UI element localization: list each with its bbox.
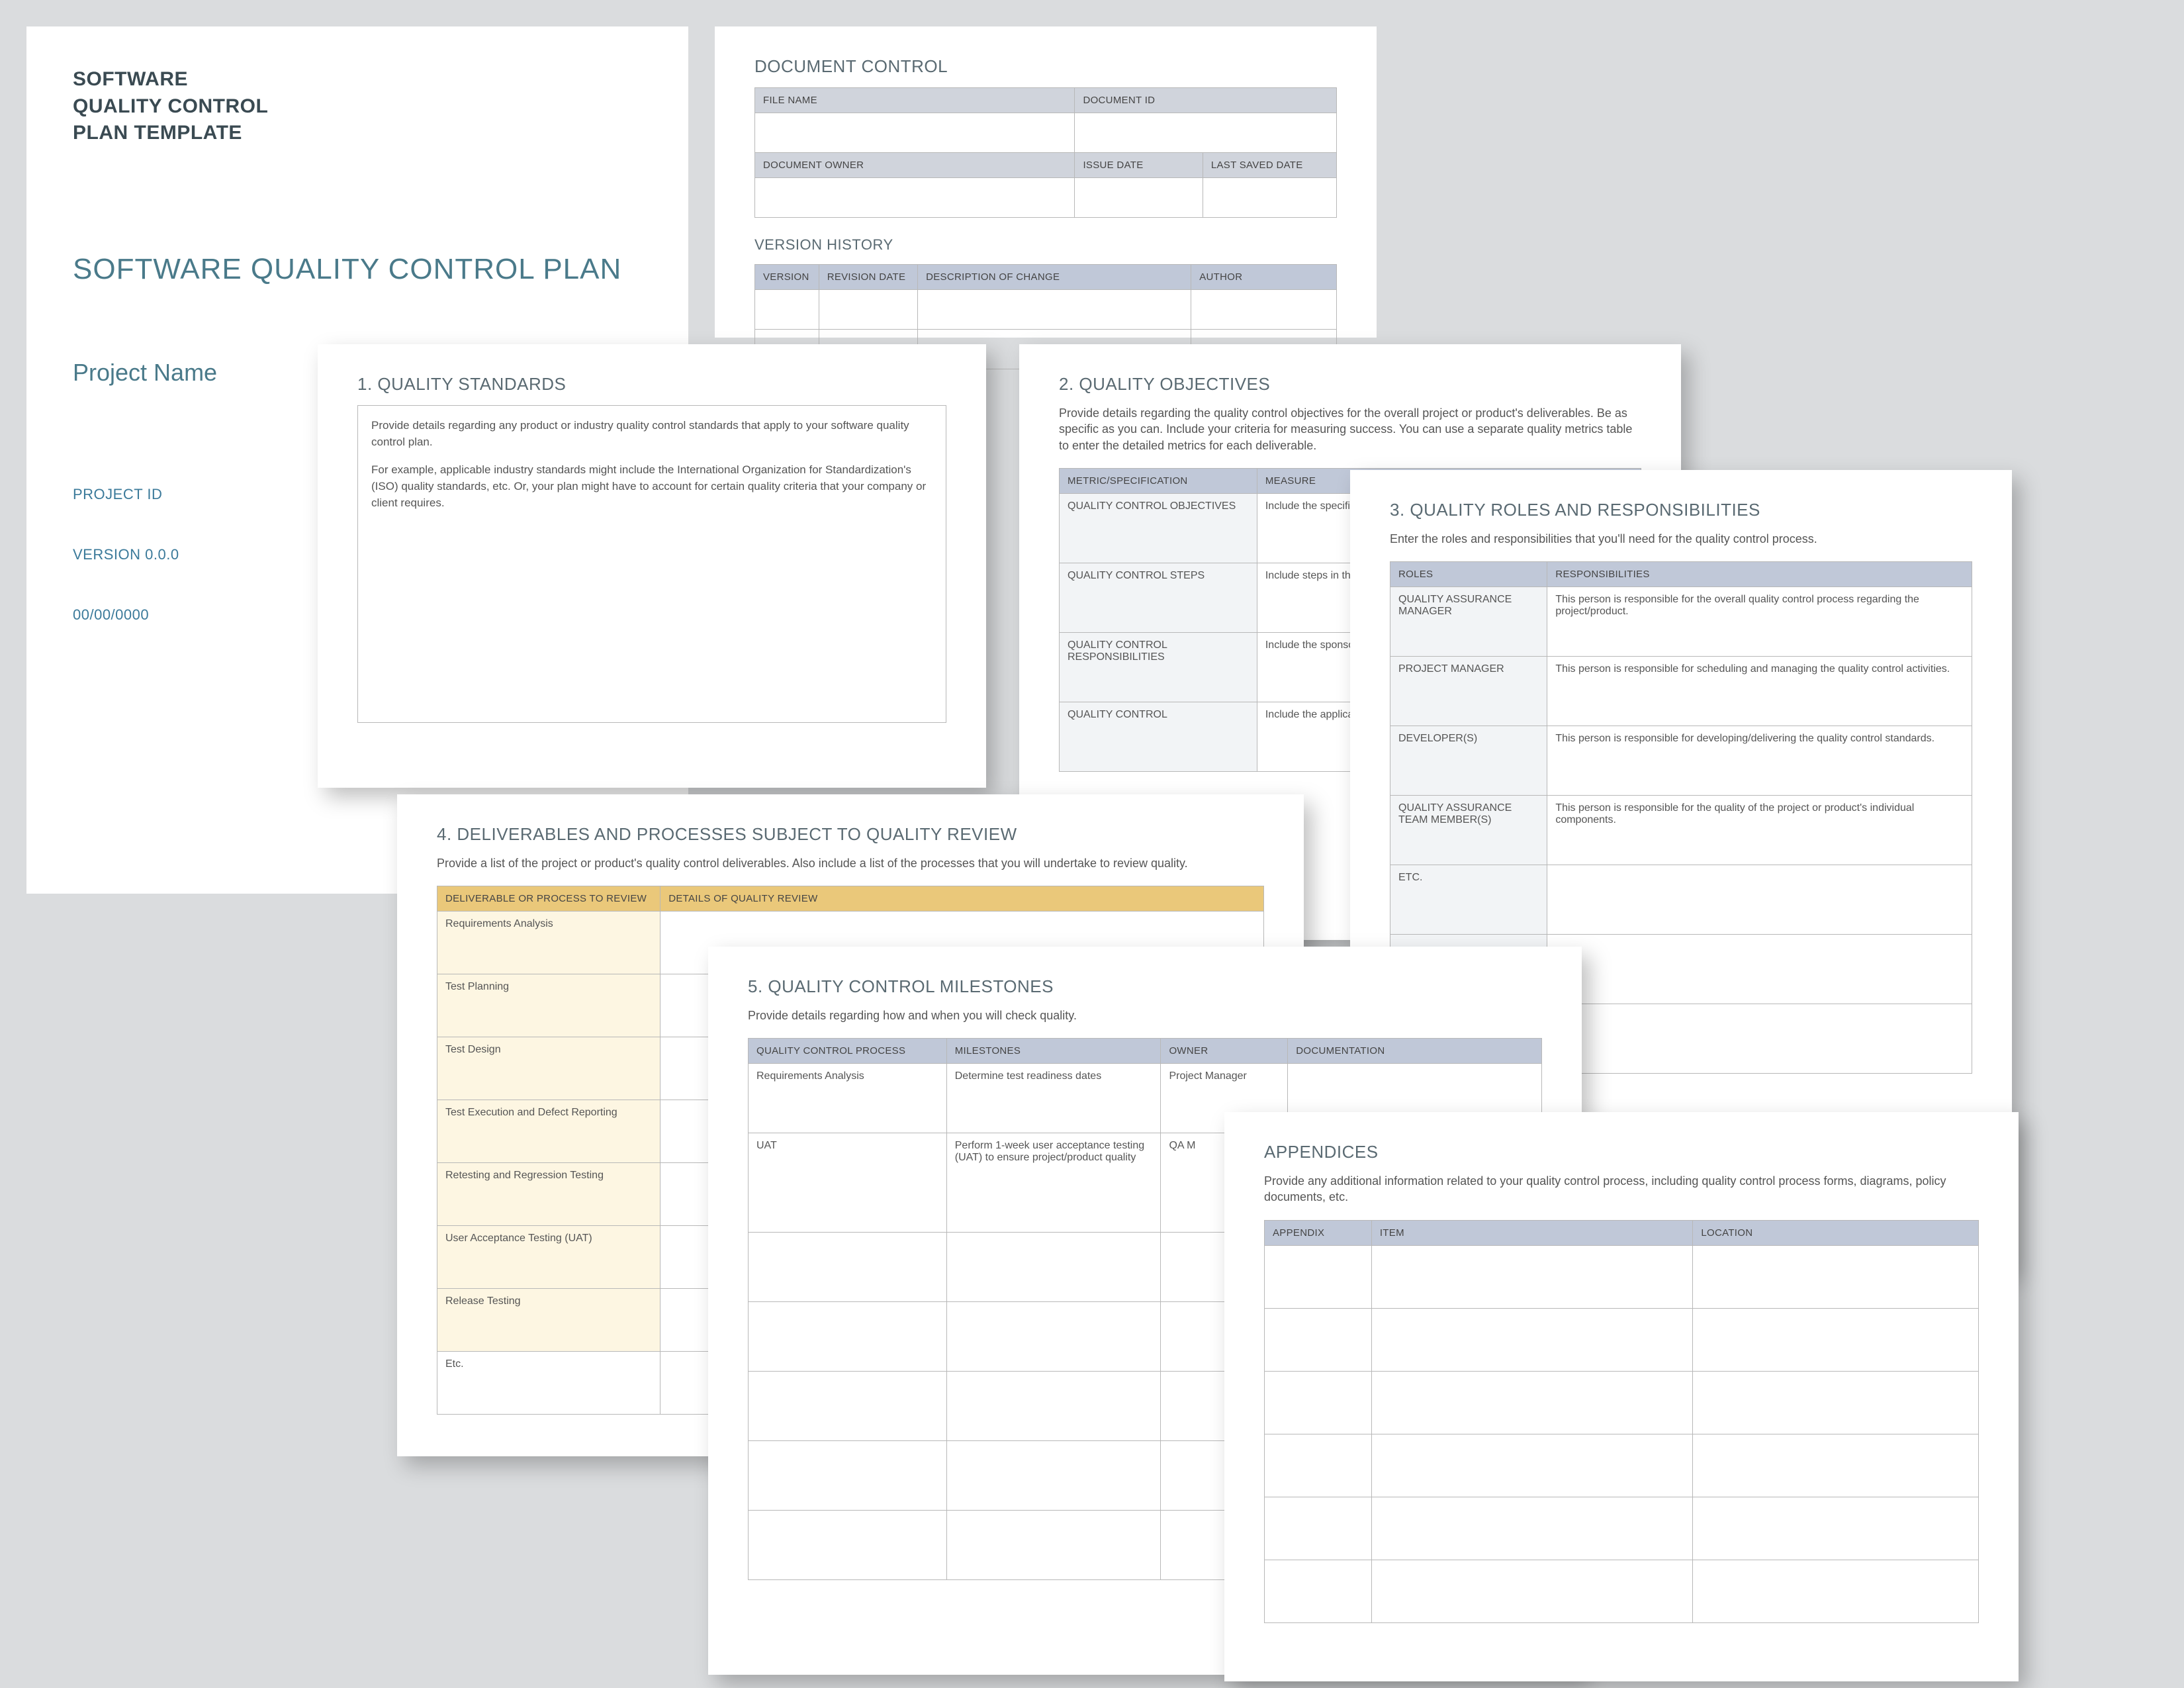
- s4-r1: Test Planning: [437, 974, 660, 1037]
- s3-r0-a: QUALITY ASSURANCE MANAGER: [1390, 587, 1547, 657]
- s5-th1: QUALITY CONTROL PROCESS: [749, 1039, 947, 1064]
- s6-table: APPENDIX ITEM LOCATION: [1264, 1220, 1979, 1623]
- s1-heading: 1. QUALITY STANDARDS: [357, 374, 946, 395]
- s4-r0: Requirements Analysis: [437, 912, 660, 974]
- s2-r2-a: QUALITY CONTROL RESPONSIBILITIES: [1060, 632, 1257, 702]
- version-history-heading: VERSION HISTORY: [754, 236, 1337, 254]
- s3-r3-b[interactable]: This person is responsible for the quali…: [1547, 796, 1972, 865]
- s4-heading: 4. DELIVERABLES AND PROCESSES SUBJECT TO…: [437, 824, 1264, 845]
- vh-author: AUTHOR: [1191, 265, 1337, 290]
- s3-r0-b[interactable]: This person is responsible for the overa…: [1547, 587, 1972, 657]
- appendices-page: APPENDICES Provide any additional inform…: [1224, 1112, 2019, 1681]
- s3-desc: Enter the roles and responsibilities tha…: [1390, 531, 1972, 547]
- cover-brand-line1: SOFTWARE: [73, 66, 642, 93]
- s6-heading: APPENDICES: [1264, 1142, 1979, 1162]
- vh-revdate: REVISION DATE: [819, 265, 917, 290]
- s1-p2: For example, applicable industry standar…: [371, 462, 933, 511]
- s5-r0-b[interactable]: Determine test readiness dates: [946, 1064, 1161, 1133]
- dc-last-saved: LAST SAVED DATE: [1203, 153, 1336, 178]
- cover-brand-line2: QUALITY CONTROL: [73, 93, 642, 120]
- s4-th1: DELIVERABLE OR PROCESS TO REVIEW: [437, 886, 660, 912]
- s2-r0-a: QUALITY CONTROL OBJECTIVES: [1060, 493, 1257, 563]
- s4-r5: User Acceptance Testing (UAT): [437, 1226, 660, 1289]
- s5-th4: DOCUMENTATION: [1288, 1039, 1542, 1064]
- cover-title: SOFTWARE QUALITY CONTROL PLAN: [73, 253, 642, 286]
- s4-r3: Test Execution and Defect Reporting: [437, 1100, 660, 1163]
- s3-r2-b[interactable]: This person is responsible for developin…: [1547, 726, 1972, 796]
- dc-file-name: FILE NAME: [755, 88, 1075, 113]
- s4-r2: Test Design: [437, 1037, 660, 1100]
- s5-r1-b[interactable]: Perform 1-week user acceptance testing (…: [946, 1133, 1161, 1233]
- s3-r4-b[interactable]: [1547, 865, 1972, 935]
- vh-version: VERSION: [755, 265, 819, 290]
- s1-box[interactable]: Provide details regarding any product or…: [357, 405, 946, 723]
- s2-desc: Provide details regarding the quality co…: [1059, 405, 1641, 453]
- s5-th2: MILESTONES: [946, 1039, 1161, 1064]
- s4-r4: Retesting and Regression Testing: [437, 1163, 660, 1226]
- s6-desc: Provide any additional information relat…: [1264, 1173, 1979, 1205]
- s3-r1-b[interactable]: This person is responsible for schedulin…: [1547, 657, 1972, 726]
- s4-r6: Release Testing: [437, 1289, 660, 1352]
- s3-th-roles: ROLES: [1390, 562, 1547, 587]
- s5-r0-a[interactable]: Requirements Analysis: [749, 1064, 947, 1133]
- dc-document-id: DOCUMENT ID: [1075, 88, 1337, 113]
- s5-heading: 5. QUALITY CONTROL MILESTONES: [748, 976, 1542, 997]
- s6-th3: LOCATION: [1693, 1220, 1979, 1245]
- document-control-page: DOCUMENT CONTROL FILE NAME DOCUMENT ID D…: [715, 26, 1377, 338]
- dc-file-name-value[interactable]: [755, 113, 1075, 153]
- s4-desc: Provide a list of the project or product…: [437, 855, 1264, 871]
- s2-heading: 2. QUALITY OBJECTIVES: [1059, 374, 1641, 395]
- dc-issue-date: ISSUE DATE: [1075, 153, 1203, 178]
- s4-th2: DETAILS OF QUALITY REVIEW: [660, 886, 1264, 912]
- dc-last-saved-value[interactable]: [1203, 178, 1336, 218]
- s2-th-metric: METRIC/SPECIFICATION: [1060, 468, 1257, 493]
- doc-control-table: FILE NAME DOCUMENT ID DOCUMENT OWNER ISS…: [754, 87, 1337, 218]
- s5-r1-a[interactable]: UAT: [749, 1133, 947, 1233]
- s3-th-resp: RESPONSIBILITIES: [1547, 562, 1972, 587]
- dc-issue-date-value[interactable]: [1075, 178, 1203, 218]
- dc-document-id-value[interactable]: [1075, 113, 1337, 153]
- s3-heading: 3. QUALITY ROLES AND RESPONSIBILITIES: [1390, 500, 1972, 520]
- quality-standards-page: 1. QUALITY STANDARDS Provide details reg…: [318, 344, 986, 788]
- s1-p1: Provide details regarding any product or…: [371, 418, 933, 450]
- s6-th1: APPENDIX: [1265, 1220, 1372, 1245]
- s3-r1-a: PROJECT MANAGER: [1390, 657, 1547, 726]
- s2-r1-a: QUALITY CONTROL STEPS: [1060, 563, 1257, 632]
- s3-r3-a: QUALITY ASSURANCE TEAM MEMBER(S): [1390, 796, 1547, 865]
- vh-desc: DESCRIPTION OF CHANGE: [918, 265, 1191, 290]
- dc-owner: DOCUMENT OWNER: [755, 153, 1075, 178]
- s6-th2: ITEM: [1371, 1220, 1693, 1245]
- s2-r3-a: QUALITY CONTROL: [1060, 702, 1257, 771]
- s5-th3: OWNER: [1161, 1039, 1288, 1064]
- s3-r2-a: DEVELOPER(S): [1390, 726, 1547, 796]
- dc-owner-value[interactable]: [755, 178, 1075, 218]
- cover-brand-line3: PLAN TEMPLATE: [73, 120, 642, 147]
- s3-r4-a: ETC.: [1390, 865, 1547, 935]
- s5-desc: Provide details regarding how and when y…: [748, 1008, 1542, 1023]
- s4-r7: Etc.: [437, 1352, 660, 1415]
- doc-control-heading: DOCUMENT CONTROL: [754, 56, 1337, 77]
